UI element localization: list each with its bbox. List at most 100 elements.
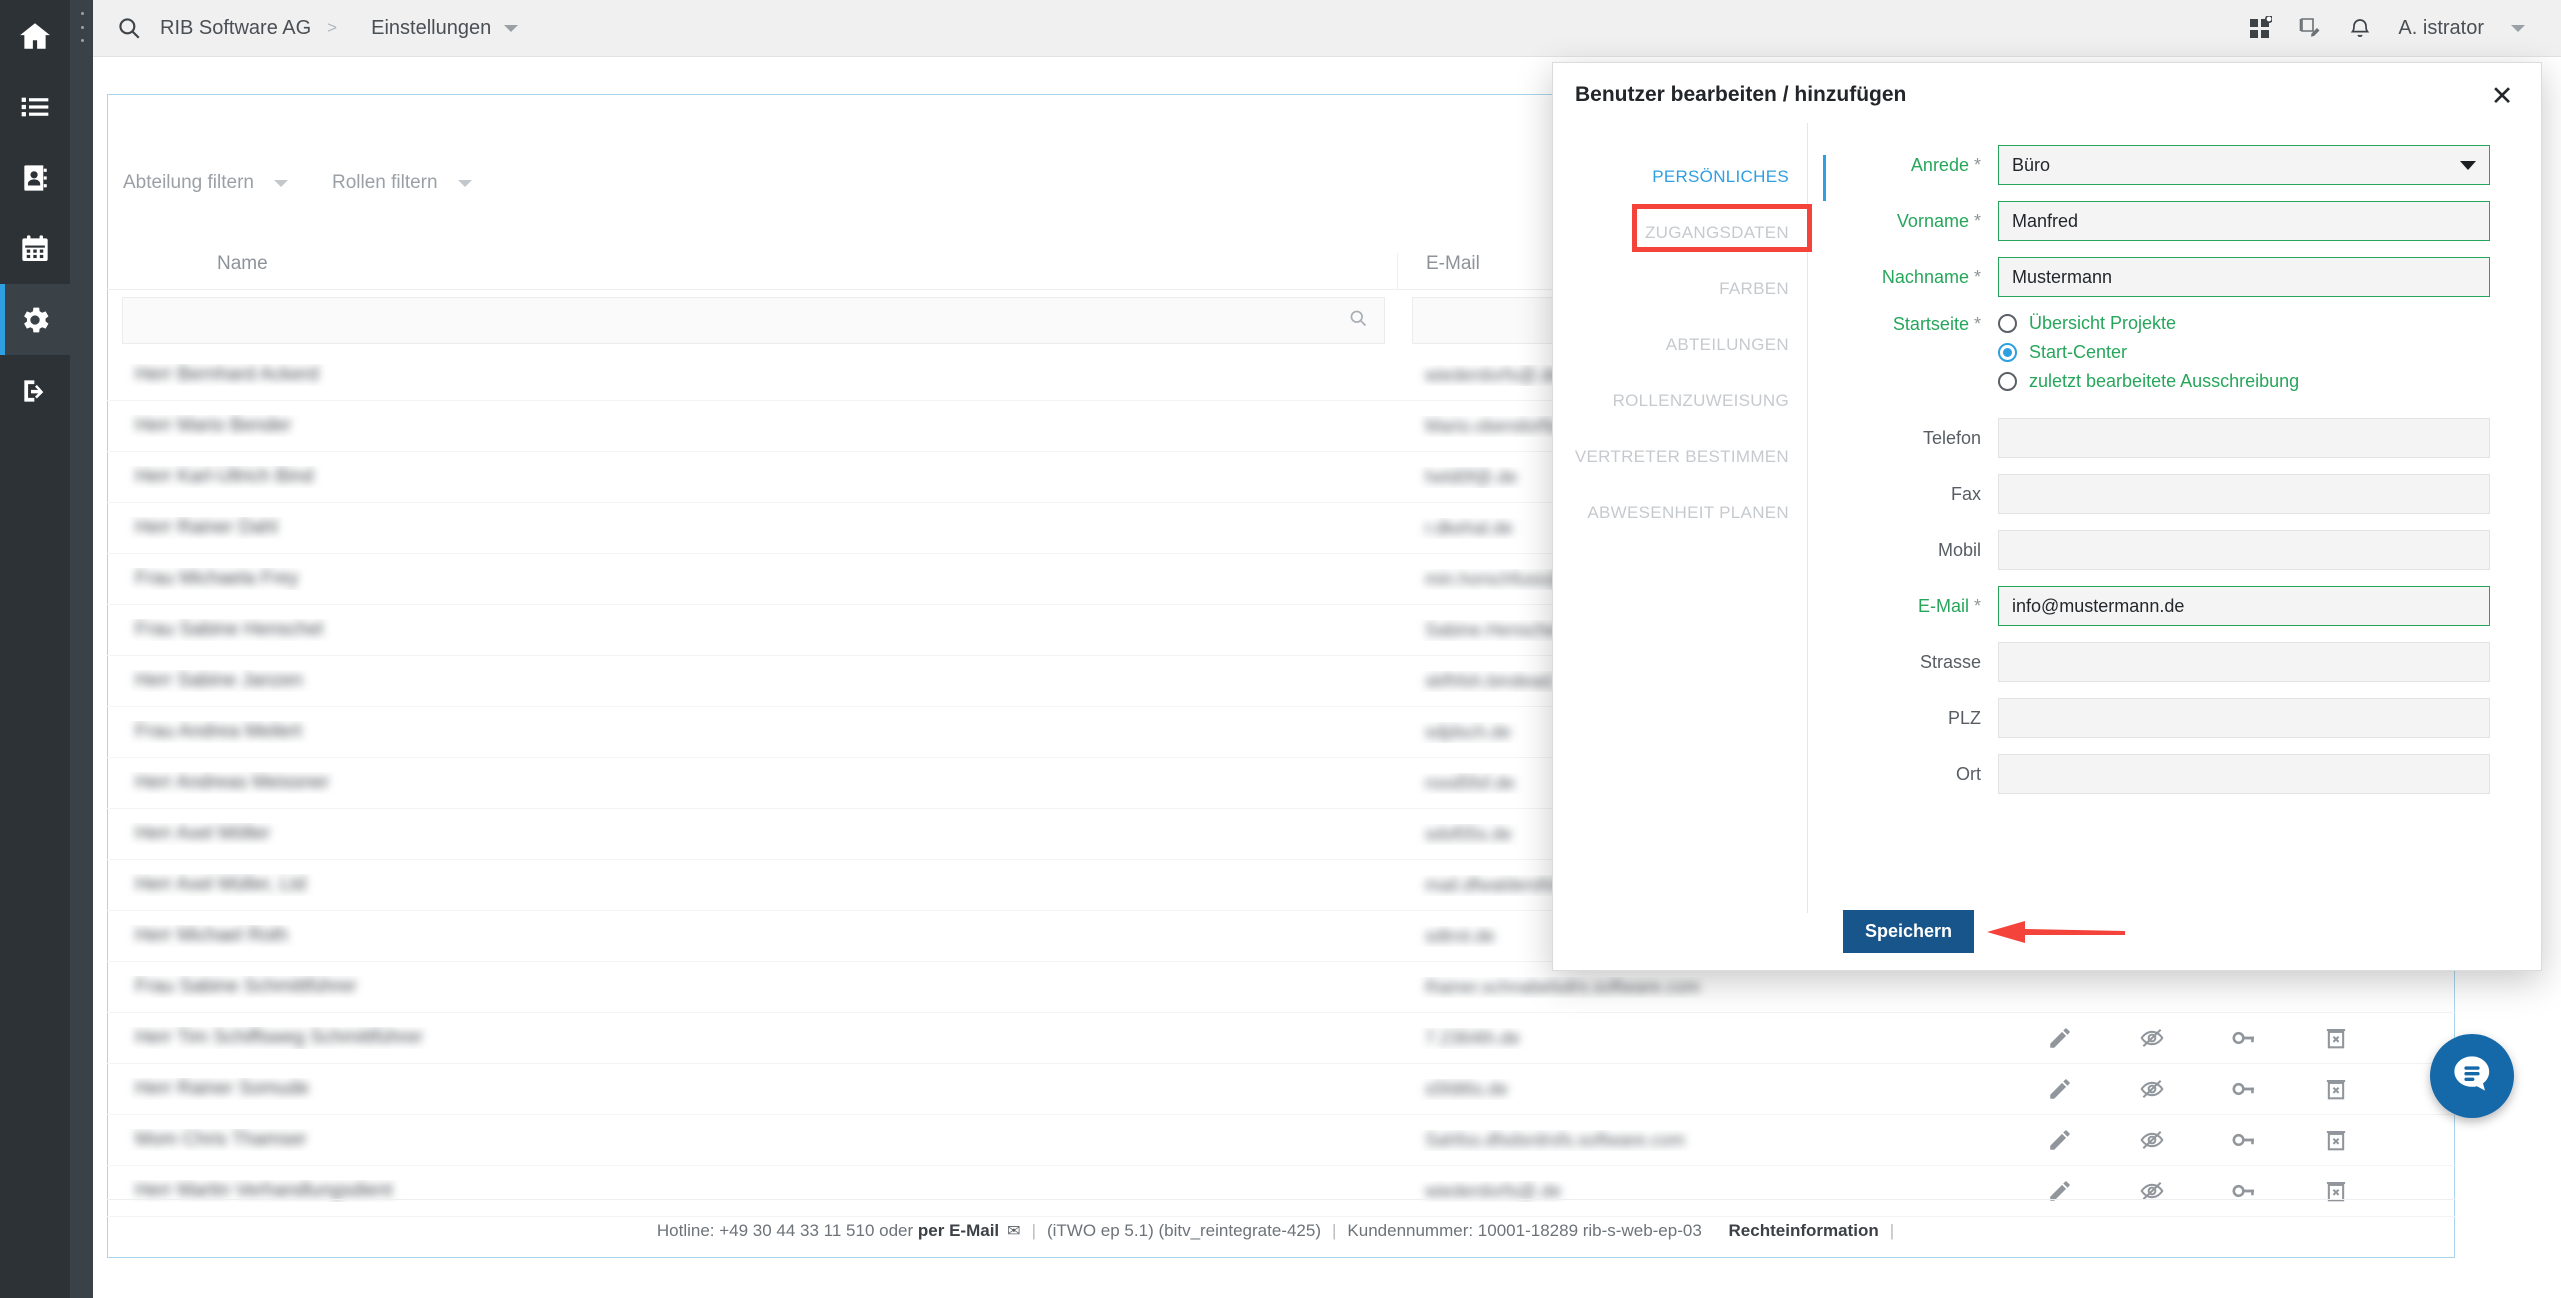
anrede-select[interactable]: Büro <box>1998 145 2490 185</box>
dialog-tab-5[interactable]: VERTRETER BESTIMMEN <box>1557 429 1807 485</box>
edit-pencil-icon[interactable] <box>2047 1025 2073 1051</box>
search-icon[interactable] <box>116 15 142 41</box>
sidebar-item-settings[interactable] <box>0 284 70 355</box>
control-strasse <box>1998 642 2523 682</box>
save-button[interactable]: Speichern <box>1843 910 1974 953</box>
user-name-value: Frau Michaela Frey <box>135 568 299 590</box>
user-name-value: Herr Andreas Meissner <box>135 772 329 794</box>
cell-name: Herr Michael Roth <box>107 925 1397 947</box>
table-row[interactable]: Herr Rainer Somudes5fdt6s.de <box>107 1064 2455 1115</box>
startseite-radio-0[interactable]: Übersicht Projekte <box>1998 313 2523 334</box>
trash-icon[interactable] <box>2323 1025 2349 1051</box>
plz-input[interactable] <box>1998 698 2490 738</box>
user-name-value: Herr Rainer Dahl <box>135 517 278 539</box>
chat-fab-button[interactable] <box>2430 1034 2514 1118</box>
notepad-edit-icon[interactable] <box>2298 16 2322 40</box>
trash-icon[interactable] <box>2323 1076 2349 1102</box>
table-row[interactable]: Mom Chris ThamserSahfss.dfsdsrdrsfs.soft… <box>107 1115 2455 1166</box>
cell-actions <box>1997 1127 2455 1153</box>
address-book-icon <box>19 162 51 194</box>
dialog-tab-2[interactable]: FARBEN <box>1701 261 1807 317</box>
required-marker: * <box>1974 596 1981 616</box>
sidebar-item-calendar[interactable] <box>0 213 70 284</box>
dialog-tab-0[interactable]: PERSÖNLICHES <box>1634 149 1807 205</box>
envelope-icon[interactable]: ✉ <box>1007 1221 1020 1241</box>
strasse-input[interactable] <box>1998 642 2490 682</box>
bell-icon[interactable] <box>2348 16 2372 40</box>
label-startseite-text: Startseite <box>1893 314 1969 334</box>
field-row-fax: Fax <box>1808 474 2523 514</box>
breadcrumb-current[interactable]: Einstellungen <box>371 17 491 40</box>
eye-off-icon[interactable] <box>2139 1025 2165 1051</box>
user-name-value: Mom Chris Thamser <box>135 1129 307 1151</box>
apps-grid-icon[interactable] <box>2248 16 2272 40</box>
cell-name: Herr Rainer Dahl <box>107 517 1397 539</box>
chevron-down-icon[interactable] <box>504 25 518 32</box>
key-icon[interactable] <box>2231 1127 2257 1153</box>
control-mobil <box>1998 530 2523 570</box>
filter-abteilung[interactable]: Abteilung filtern <box>123 172 288 194</box>
startseite-radio-label-1: Start-Center <box>2029 342 2127 363</box>
footer-email-link[interactable]: per E-Mail <box>918 1221 999 1241</box>
breadcrumb-root[interactable]: RIB Software AG <box>160 17 311 40</box>
startseite-radio-2[interactable]: zuletzt bearbeitete Ausschreibung <box>1998 371 2523 392</box>
label-anrede: Anrede * <box>1808 155 1998 176</box>
sidebar-item-logout[interactable] <box>0 355 70 426</box>
sidebar-strip <box>70 0 93 1298</box>
eye-off-icon[interactable] <box>2139 1127 2165 1153</box>
ort-input[interactable] <box>1998 754 2490 794</box>
user-email-value: Rainer.schnabelsdrs.software.com <box>1425 977 1700 998</box>
key-icon[interactable] <box>2231 1025 2257 1051</box>
chevron-down-icon <box>274 180 288 187</box>
startseite-radio-1[interactable]: Start-Center <box>1998 342 2523 363</box>
edit-pencil-icon[interactable] <box>2047 1127 2073 1153</box>
startseite-radio-group: Übersicht Projekte Start-Center zuletzt be… <box>1998 313 2523 392</box>
field-row-mobil: Mobil <box>1808 530 2523 570</box>
dialog-tab-4[interactable]: ROLLENZUWEISUNG <box>1595 373 1807 429</box>
telefon-input[interactable] <box>1998 418 2490 458</box>
dialog-tab-1[interactable]: ZUGANGSDATEN <box>1627 205 1807 261</box>
startseite-radio-label-0: Übersicht Projekte <box>2029 313 2176 334</box>
trash-icon[interactable] <box>2323 1127 2349 1153</box>
edit-pencil-icon[interactable] <box>2047 1076 2073 1102</box>
close-icon[interactable]: ✕ <box>2485 79 2519 113</box>
footer-separator: | <box>1032 1221 1036 1241</box>
cell-name: Herr Axel Möller <box>107 823 1397 845</box>
vorname-input[interactable]: Manfred <box>1998 201 2490 241</box>
user-email-value: sdtrot.de <box>1425 926 1495 947</box>
sidebar-item-tasks[interactable] <box>0 71 70 142</box>
column-header-name[interactable]: Name <box>107 253 1397 289</box>
name-search-input[interactable] <box>122 297 1385 344</box>
search-icon[interactable] <box>1348 308 1368 333</box>
key-icon[interactable] <box>2231 1076 2257 1102</box>
user-name-value: Herr Axel Möller <box>135 823 270 845</box>
email-input[interactable]: info@mustermann.de <box>1998 586 2490 626</box>
dialog-tab-6[interactable]: ABWESENHEIT PLANEN <box>1569 485 1807 541</box>
sidebar-item-contacts[interactable] <box>0 142 70 213</box>
field-row-plz: PLZ <box>1808 698 2523 738</box>
filter-rollen-label: Rollen filtern <box>332 172 438 194</box>
control-startseite: Übersicht Projekte Start-Center zuletzt be… <box>1998 313 2523 392</box>
mobil-input[interactable] <box>1998 530 2490 570</box>
required-marker: * <box>1974 267 1981 287</box>
dialog-tab-3[interactable]: ABTEILUNGEN <box>1648 317 1807 373</box>
label-vorname-text: Vorname <box>1897 211 1969 231</box>
filter-bar: Abteilung filtern Rollen filtern <box>123 172 472 194</box>
chevron-down-icon[interactable] <box>2511 25 2525 32</box>
table-row[interactable]: Herr Tim Schiffsweg Schmittführer7.2364t… <box>107 1013 2455 1064</box>
footer-separator: | <box>1890 1221 1894 1241</box>
filter-abteilung-label: Abteilung filtern <box>123 172 254 194</box>
fax-input[interactable] <box>1998 474 2490 514</box>
top-bar-actions: A. istrator <box>2248 16 2525 40</box>
app-root: RIB Software AG > Einstellungen <box>0 0 2561 1298</box>
sidebar-item-home[interactable] <box>0 0 70 71</box>
required-marker: * <box>1974 155 1981 175</box>
sidebar-more-menu[interactable] <box>76 12 88 42</box>
filter-rollen[interactable]: Rollen filtern <box>332 172 472 194</box>
control-email: info@mustermann.de <box>1998 586 2523 626</box>
footer-separator: | <box>1332 1221 1336 1241</box>
user-menu[interactable]: A. istrator <box>2398 17 2525 40</box>
eye-off-icon[interactable] <box>2139 1076 2165 1102</box>
footer-legal-link[interactable]: Rechteinformation <box>1729 1221 1879 1241</box>
nachname-input[interactable]: Mustermann <box>1998 257 2490 297</box>
